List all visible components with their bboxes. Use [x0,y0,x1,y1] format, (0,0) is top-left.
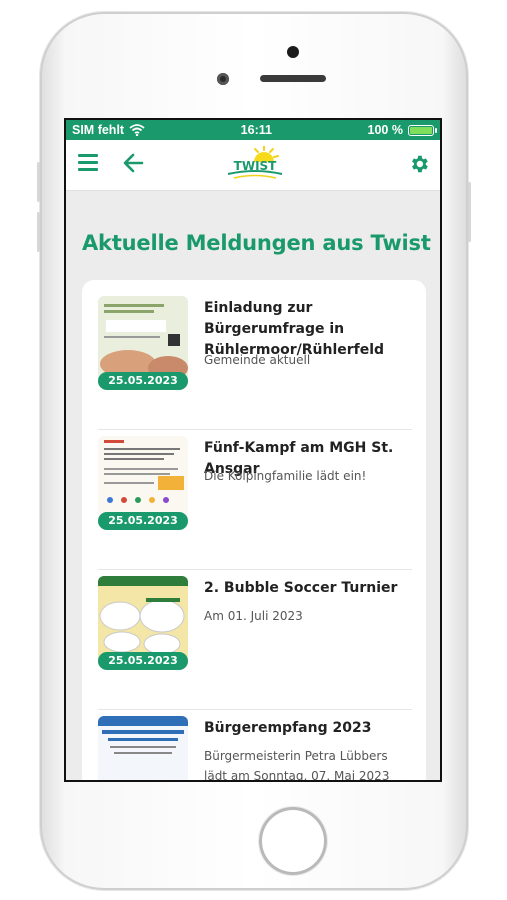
news-item[interactable]: 25.05.2023 Fünf-Kampf am MGH St. Ansgar … [98,436,412,570]
battery-percent: 100 % [367,123,403,137]
status-bar: SIM fehlt 16:11 100 % [66,120,440,140]
hamburger-menu-icon[interactable] [78,154,98,172]
home-button[interactable] [259,807,327,875]
front-camera [217,73,229,85]
news-thumbnail [98,716,188,780]
volume-button [37,162,40,202]
carrier-label: SIM fehlt [72,123,125,137]
app-bar: TWIST [66,140,440,191]
news-subtitle: Am 01. Juli 2023 [204,609,303,623]
gear-icon[interactable] [408,153,430,175]
news-title: 2. Bubble Soccer Turnier [204,580,398,596]
wifi-icon [129,124,145,136]
arrow-left-icon[interactable] [122,152,144,174]
news-subtitle: Gemeinde aktuell [204,353,311,367]
date-badge: 25.05.2023 [98,512,188,530]
twist-logo[interactable]: TWIST [224,146,286,184]
news-title: Bürgerempfang 2023 [204,720,372,736]
news-subtitle: Die Kolpingfamilie lädt ein! [204,469,367,483]
date-badge: 25.05.2023 [98,652,188,670]
volume-button [37,212,40,252]
divider [98,429,412,430]
power-button [468,182,471,242]
proximity-sensor [287,46,299,58]
page-title: Aktuelle Meldungen aus Twist [82,231,431,255]
news-item[interactable]: 25.05.2023 2. Bubble Soccer Turnier Am 0… [98,576,412,710]
news-item[interactable]: 25.05.2023 Einladung zur Bürgerumfrage i… [98,296,412,430]
clock: 16:11 [240,123,272,137]
news-list: 25.05.2023 Einladung zur Bürgerumfrage i… [82,280,426,780]
app-screen: SIM fehlt 16:11 100 % TWIST Aktuelle Mel… [64,118,442,782]
earpiece-speaker [260,75,326,82]
news-subtitle: Bürgermeisterin Petra Lübbers lädt am So… [204,749,390,782]
battery-icon [407,124,437,136]
divider [98,709,412,710]
date-badge: 25.05.2023 [98,372,188,390]
news-item[interactable]: Bürgerempfang 2023 Bürgermeisterin Petra… [98,716,408,780]
divider [98,569,412,570]
